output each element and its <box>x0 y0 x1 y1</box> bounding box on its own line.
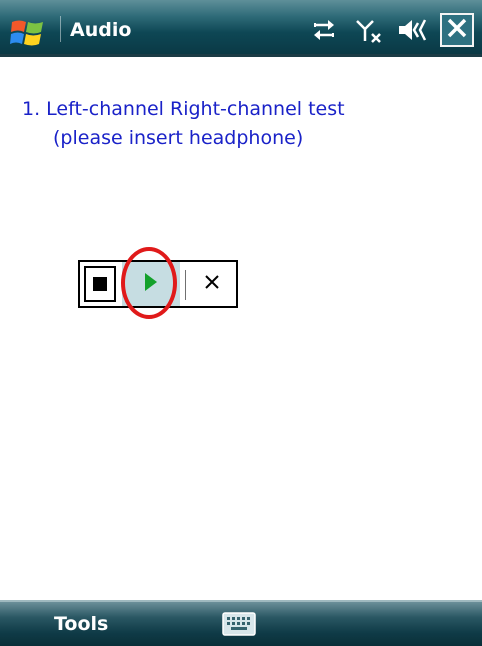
sync-arrows-icon[interactable] <box>310 14 338 50</box>
stop-icon <box>93 277 107 291</box>
control-separator <box>185 270 186 300</box>
cancel-button[interactable] <box>192 262 232 306</box>
title-separator <box>60 16 61 42</box>
media-control-bar <box>78 260 238 308</box>
stop-button[interactable] <box>84 266 116 302</box>
instruction-line-1: 1. Left-channel Right-channel test <box>22 98 345 120</box>
no-signal-icon[interactable] <box>354 14 386 50</box>
softkey-bar: Tools <box>0 600 482 646</box>
tools-softkey[interactable]: Tools <box>54 602 174 646</box>
app-title: Audio <box>70 19 132 41</box>
test-instruction: 1. Left-channel Right-channel test (plea… <box>22 95 462 153</box>
cancel-icon <box>204 274 220 294</box>
close-button[interactable] <box>440 13 474 47</box>
title-bar: Audio <box>0 0 482 57</box>
windows-start-icon[interactable] <box>10 18 46 48</box>
play-button[interactable] <box>122 262 180 306</box>
keyboard-icon[interactable] <box>222 612 256 636</box>
close-icon <box>446 17 468 43</box>
speaker-icon[interactable] <box>396 14 432 50</box>
instruction-line-2: (please insert headphone) <box>53 127 304 149</box>
play-icon <box>143 271 159 297</box>
